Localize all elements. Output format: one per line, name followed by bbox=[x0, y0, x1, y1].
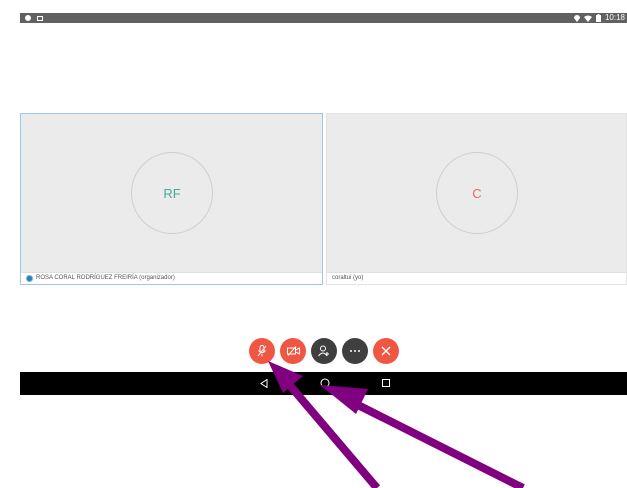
recent-square-icon bbox=[382, 379, 390, 387]
participant-name-bar: coraltui (yo) bbox=[327, 272, 626, 284]
recent-apps-button[interactable] bbox=[381, 378, 391, 388]
avatar: C bbox=[436, 152, 518, 234]
participant-name: coraltui (yo) bbox=[332, 275, 364, 281]
wifi-icon bbox=[583, 15, 592, 22]
hang-up-button[interactable] bbox=[373, 338, 399, 364]
more-dots-icon bbox=[350, 350, 360, 352]
image-icon bbox=[37, 15, 43, 21]
battery-icon bbox=[595, 14, 601, 22]
back-triangle-icon bbox=[260, 378, 268, 388]
notification-dot-icon bbox=[25, 15, 31, 21]
participant-name: ROSA CORAL RODRÍGUEZ FREIRÍA (organizado… bbox=[36, 275, 175, 281]
mute-microphone-button[interactable] bbox=[249, 338, 275, 364]
participant-tile-self[interactable]: C coraltui (yo) bbox=[326, 113, 627, 285]
microphone-off-icon bbox=[257, 345, 267, 357]
status-bar: 10:18 bbox=[20, 13, 627, 23]
participant-tile-organizer[interactable]: RF ROSA CORAL RODRÍGUEZ FREIRÍA (organiz… bbox=[20, 113, 323, 285]
back-button[interactable] bbox=[259, 378, 269, 388]
more-options-button[interactable] bbox=[342, 338, 368, 364]
camera-off-button[interactable] bbox=[280, 338, 306, 364]
arrow-icon bbox=[320, 385, 525, 488]
system-nav-bar bbox=[20, 372, 627, 395]
location-icon bbox=[573, 14, 580, 22]
avatar: RF bbox=[131, 152, 213, 234]
participant-name-bar: ROSA CORAL RODRÍGUEZ FREIRÍA (organizado… bbox=[21, 272, 322, 284]
add-person-icon bbox=[318, 345, 329, 357]
home-button[interactable] bbox=[320, 378, 330, 388]
home-circle-icon bbox=[320, 378, 330, 388]
camera-off-icon bbox=[286, 346, 300, 356]
call-controls bbox=[249, 338, 399, 364]
close-icon bbox=[381, 346, 391, 356]
speaking-indicator-icon bbox=[26, 275, 33, 282]
clock: 10:18 bbox=[604, 13, 625, 22]
participants-button[interactable] bbox=[311, 338, 337, 364]
